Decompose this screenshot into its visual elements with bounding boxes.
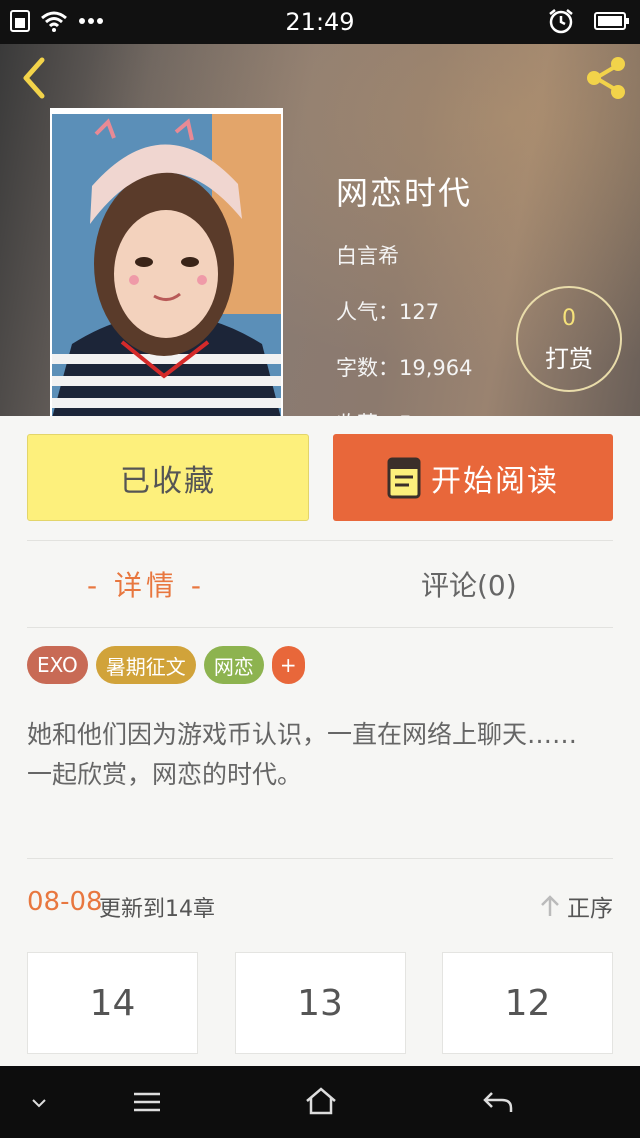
sort-label: 正序 — [567, 896, 613, 922]
tabs: - 详情 - 评论(0) — [27, 542, 613, 626]
tip-count: 0 — [562, 306, 576, 331]
cover-image — [52, 114, 281, 416]
start-reading-label: 开始阅读 — [431, 463, 559, 499]
collected-button[interactable]: 已收藏 — [27, 434, 309, 521]
divider — [27, 858, 613, 859]
book-info: 网恋时代 白言希 人气：127 字数：19,964 收藏：5 — [336, 168, 472, 416]
nav-collapse-button[interactable] — [30, 1094, 48, 1113]
back-arrow-icon — [483, 1092, 513, 1112]
chapter-item[interactable]: 14 — [27, 952, 198, 1054]
tip-button[interactable]: 0 打赏 — [516, 286, 622, 392]
status-right-icons — [548, 8, 630, 34]
home-icon — [306, 1087, 336, 1115]
update-date: 08-08 — [27, 887, 103, 917]
book-icon — [387, 457, 421, 498]
book-title: 网恋时代 — [336, 174, 473, 212]
favorites-stat: 收藏：5 — [336, 408, 472, 416]
add-tag-button[interactable]: + — [271, 646, 305, 684]
book-header: 网恋时代 白言希 人气：127 字数：19,964 收藏：5 0 打赏 — [0, 44, 640, 416]
arrow-up-icon — [541, 895, 559, 916]
system-nav-bar — [0, 1066, 640, 1138]
chapter-item[interactable]: 13 — [234, 952, 406, 1054]
description-line: 一起欣赏，网恋的时代。 — [27, 760, 303, 789]
update-text: 更新到14章 — [99, 897, 215, 922]
battery-icon — [594, 12, 629, 30]
tip-label: 打赏 — [545, 345, 593, 373]
menu-icon — [134, 1092, 160, 1112]
update-row: 08-08 更新到14章 正序 — [27, 885, 613, 925]
start-reading-button[interactable]: 开始阅读 — [333, 434, 613, 521]
status-bar: 21:49 — [0, 0, 640, 44]
nav-home-button[interactable] — [304, 1086, 338, 1120]
nav-back-button[interactable] — [482, 1090, 514, 1118]
tag-summer-contest[interactable]: 暑期征文 — [95, 646, 196, 684]
tab-details[interactable]: - 详情 - — [87, 564, 205, 604]
sort-toggle[interactable]: 正序 — [539, 889, 613, 923]
tag-exo[interactable]: EXO — [27, 646, 88, 684]
chevron-down-icon — [32, 1099, 46, 1108]
status-time: 21:49 — [285, 8, 355, 36]
description-line: 她和他们因为游戏币认识，一直在网络上聊天…… — [27, 720, 578, 749]
divider — [27, 627, 613, 628]
chapter-item[interactable]: 12 — [442, 952, 613, 1054]
tag-list: EXO 暑期征文 网恋 + — [27, 646, 305, 684]
chapter-grid: 14 13 12 — [27, 952, 613, 1054]
chevron-left-icon — [23, 57, 45, 99]
back-button[interactable] — [14, 56, 54, 100]
share-icon — [587, 57, 625, 99]
tab-comments[interactable]: 评论(0) — [421, 564, 517, 604]
share-button[interactable] — [582, 54, 630, 102]
tag-online-romance[interactable]: 网恋 — [203, 646, 264, 684]
book-cover[interactable] — [50, 108, 283, 416]
divider — [27, 540, 613, 541]
popularity-stat: 人气：127 — [336, 300, 440, 324]
book-description: 她和他们因为游戏币认识，一直在网络上聊天…… 一起欣赏，网恋的时代。 — [27, 716, 617, 794]
book-author[interactable]: 白言希 — [336, 240, 472, 270]
nav-menu-button[interactable] — [132, 1090, 162, 1118]
alarm-icon — [549, 9, 573, 34]
word-count-stat: 字数：19,964 — [336, 356, 473, 380]
